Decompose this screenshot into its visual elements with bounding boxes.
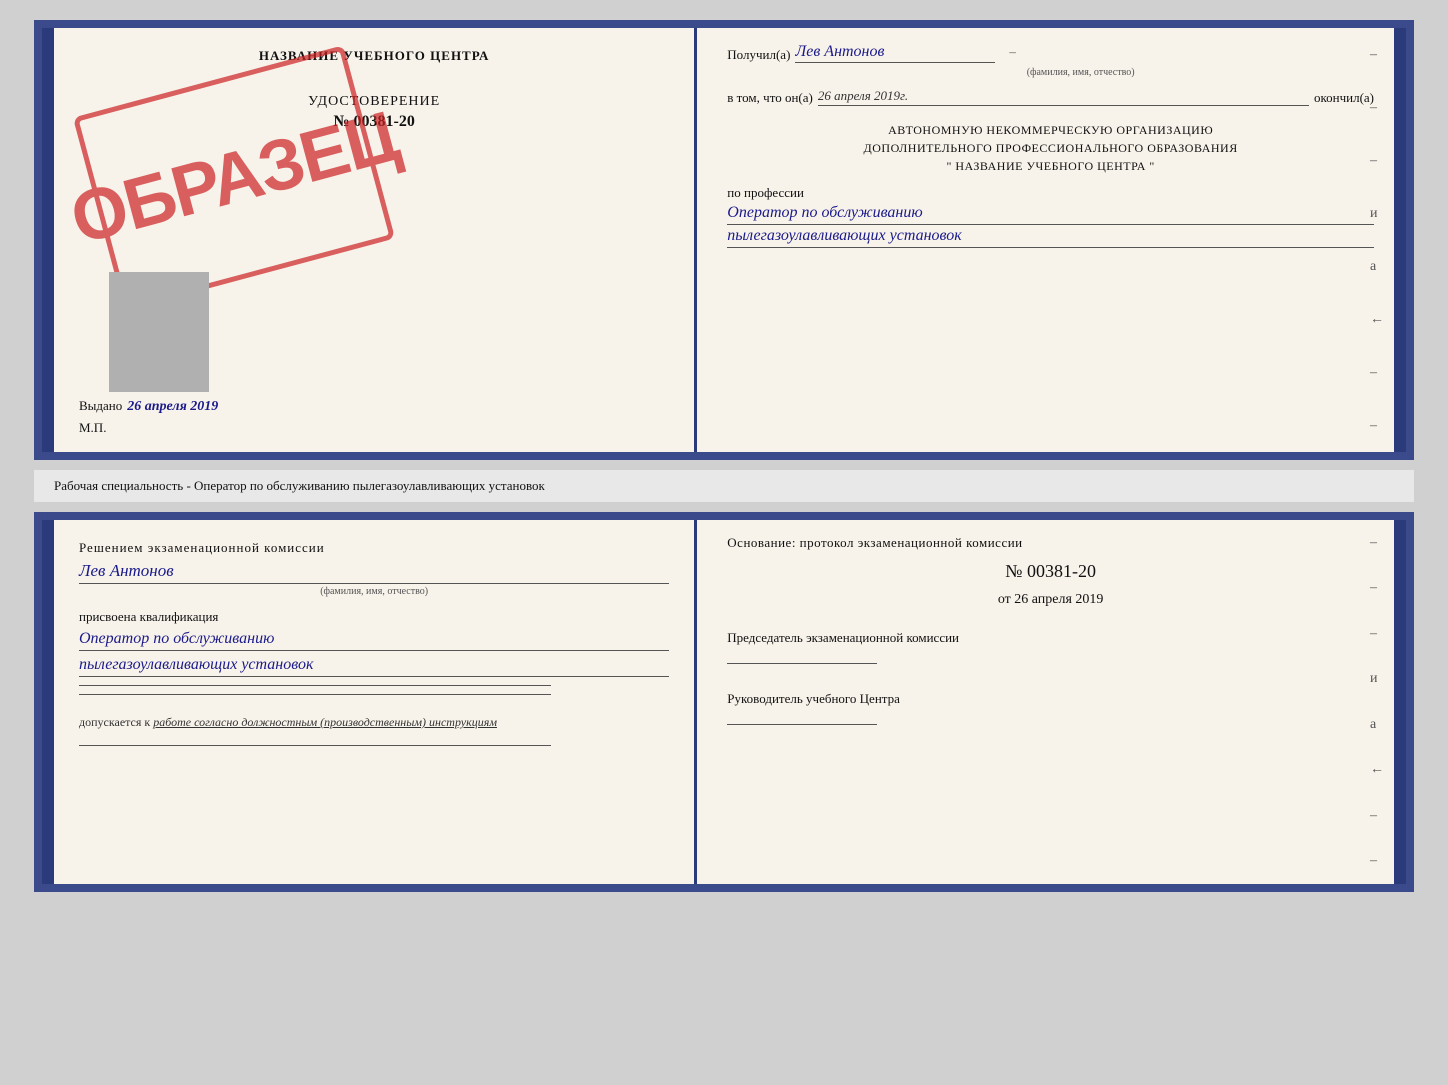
- qual-spine-right: [1394, 520, 1406, 884]
- cert-number: № 00381-20: [79, 113, 669, 131]
- certificate-book: НАЗВАНИЕ УЧЕБНОГО ЦЕНТРА ОБРАЗЕЦ УДОСТОВ…: [34, 20, 1414, 460]
- qual-name-sublabel: (фамилия, имя, отчество): [79, 586, 669, 597]
- director-signature-line: [727, 724, 877, 725]
- qual-date-prefix: от: [998, 592, 1011, 607]
- profession-line2: пылегазоулавливающих установок: [727, 227, 1374, 248]
- stamp-obrazec: ОБРАЗЕЦ: [73, 45, 395, 311]
- cert-spine-right: [1394, 28, 1406, 452]
- qual-chairman-label: Председатель экзаменационной комиссии: [727, 628, 1374, 648]
- qual-director-section: Руководитель учебного Центра: [727, 689, 1374, 730]
- cert-left-page: НАЗВАНИЕ УЧЕБНОГО ЦЕНТРА ОБРАЗЕЦ УДОСТОВ…: [54, 28, 697, 452]
- qual-name-value: Лев Антонов: [79, 561, 669, 584]
- qual-assigned-label: присвоена квалификация: [79, 609, 669, 625]
- middle-text-content: Рабочая специальность - Оператор по обсл…: [54, 478, 545, 493]
- profession-line1: Оператор по обслуживанию: [727, 204, 1374, 225]
- cert-type-label: УДОСТОВЕРЕНИЕ: [79, 94, 669, 110]
- photo-placeholder: [109, 272, 209, 392]
- qual-chairman-section: Председатель экзаменационной комиссии: [727, 628, 1374, 669]
- received-label: Получил(а): [727, 47, 790, 63]
- right-dashes: – – – и а ← – –: [1370, 28, 1384, 452]
- middle-text: Рабочая специальность - Оператор по обсл…: [34, 470, 1414, 502]
- profession-label: по профессии: [727, 185, 1374, 201]
- received-name: Лев Антонов: [795, 43, 995, 63]
- page-container: НАЗВАНИЕ УЧЕБНОГО ЦЕНТРА ОБРАЗЕЦ УДОСТОВ…: [20, 20, 1428, 892]
- qual-allowed-label: допускается к: [79, 715, 150, 729]
- org-line1: АВТОНОМНУЮ НЕКОММЕРЧЕСКУЮ ОРГАНИЗАЦИЮ: [727, 121, 1374, 139]
- qual-prof-line1: Оператор по обслуживанию: [79, 630, 669, 651]
- qual-decision-label: Решением экзаменационной комиссии: [79, 540, 669, 556]
- cert-mp: М.П.: [79, 420, 106, 435]
- qual-basis-label: Основание: протокол экзаменационной коми…: [727, 535, 1374, 551]
- qual-left-page: Решением экзаменационной комиссии Лев Ан…: [54, 520, 697, 884]
- qual-allowed-value: работе согласно должностным (производств…: [153, 715, 497, 729]
- cert-issued-label: Выдано: [79, 398, 122, 414]
- qual-book: Решением экзаменационной комиссии Лев Ан…: [34, 512, 1414, 892]
- qual-right-dashes: – – – и а ← – –: [1370, 520, 1384, 884]
- cert-right-page: Получил(а) Лев Антонов – (фамилия, имя, …: [697, 28, 1394, 452]
- chairman-signature-line: [727, 663, 877, 664]
- qual-number: № 00381-20: [727, 561, 1374, 582]
- qual-right-page: Основание: протокол экзаменационной коми…: [697, 520, 1394, 884]
- org-line2: ДОПОЛНИТЕЛЬНОГО ПРОФЕССИОНАЛЬНОГО ОБРАЗО…: [727, 139, 1374, 157]
- org-block: АВТОНОМНУЮ НЕКОММЕРЧЕСКУЮ ОРГАНИЗАЦИЮ ДО…: [727, 121, 1374, 175]
- cert-spine-left: [42, 28, 54, 452]
- org-line3: " НАЗВАНИЕ УЧЕБНОГО ЦЕНТРА ": [727, 157, 1374, 175]
- qual-prof-line2: пылегазоулавливающих установок: [79, 656, 669, 677]
- date-label: в том, что он(а): [727, 90, 813, 106]
- cert-issued-date: 26 апреля 2019: [127, 399, 218, 415]
- name-sublabel: (фамилия, имя, отчество): [787, 67, 1374, 78]
- qual-date-value: 26 апреля 2019: [1014, 592, 1103, 607]
- qual-allowed-section: допускается к работе согласно должностны…: [79, 715, 669, 730]
- qual-director-label: Руководитель учебного Центра: [727, 689, 1374, 709]
- qual-date: от 26 апреля 2019: [727, 592, 1374, 608]
- qual-spine-left: [42, 520, 54, 884]
- date-value: 26 апреля 2019г.: [818, 88, 1309, 106]
- completed-label: окончил(а): [1314, 90, 1374, 106]
- cert-title: НАЗВАНИЕ УЧЕБНОГО ЦЕНТРА: [79, 48, 669, 64]
